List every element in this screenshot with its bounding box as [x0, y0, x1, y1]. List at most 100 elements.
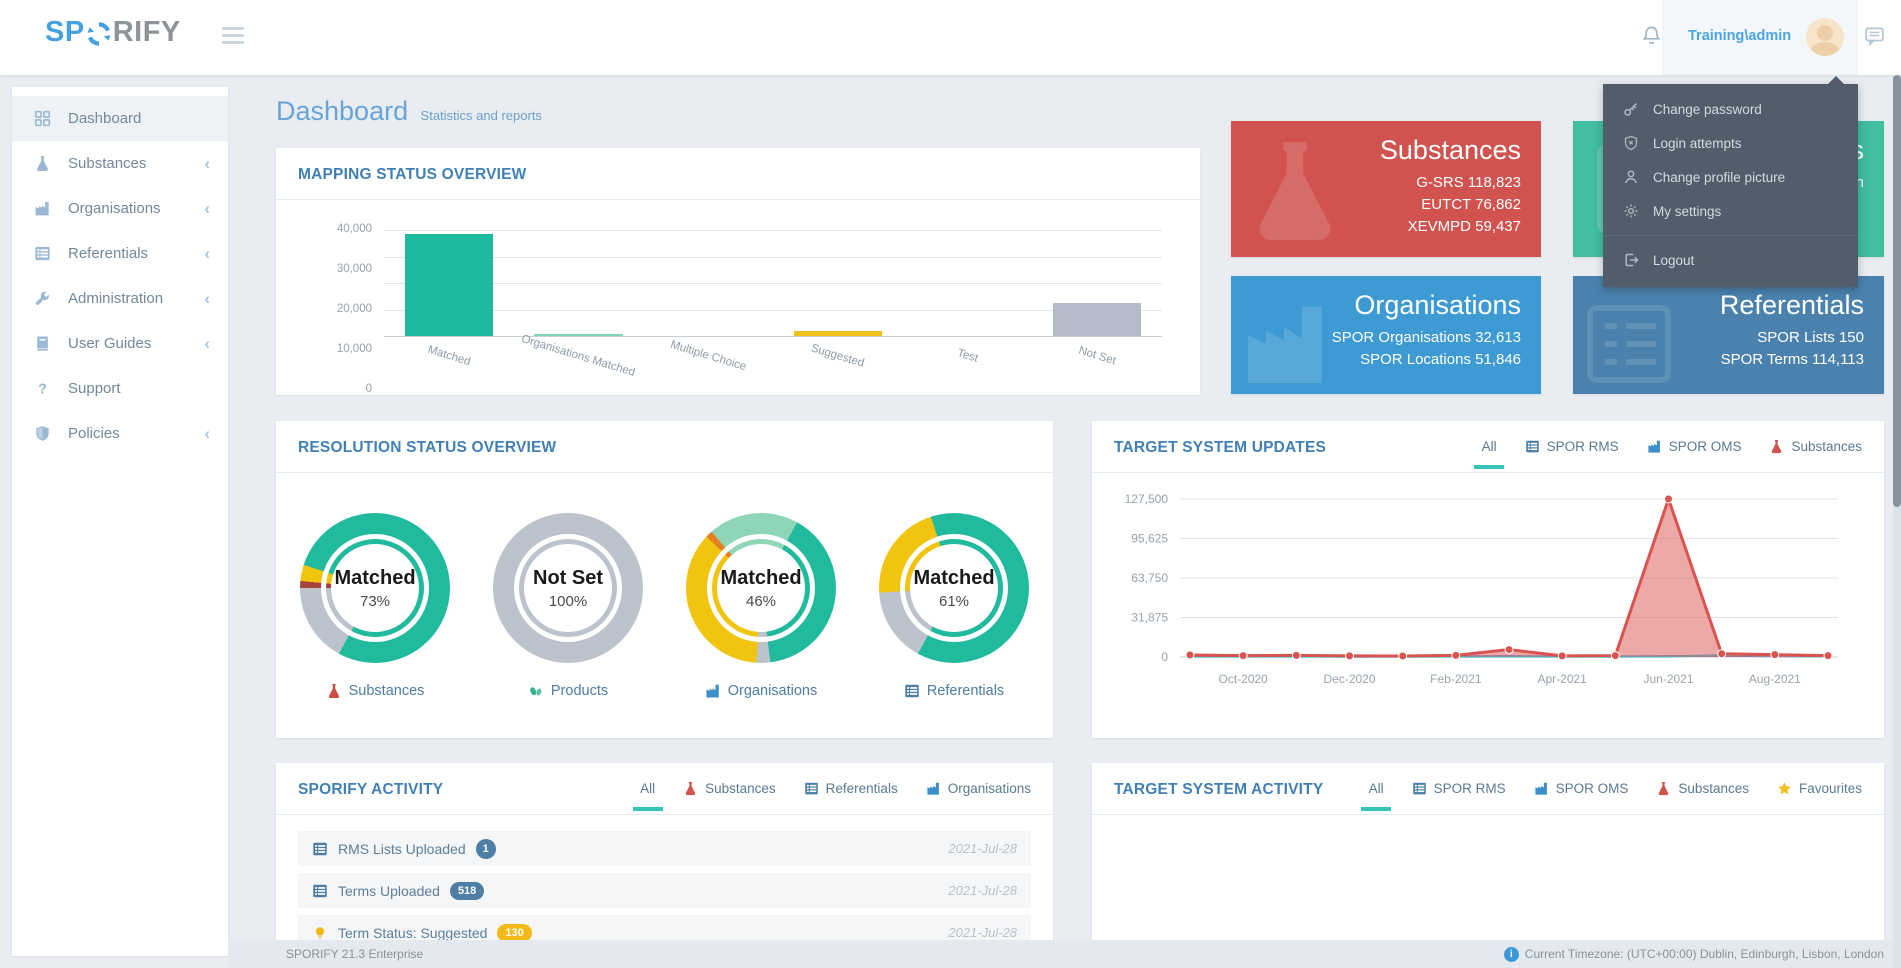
tab-favourites[interactable]: Favourites	[1777, 781, 1862, 810]
target-system-activity-title: TARGET SYSTEM ACTIVITY	[1114, 781, 1323, 814]
person-icon	[1623, 169, 1639, 185]
donut-substances: Matched73% Substances	[282, 513, 468, 699]
grid-icon	[34, 110, 60, 127]
chevron-left-icon: ‹	[204, 289, 210, 309]
x-axis-category-label: Matched	[426, 344, 472, 368]
x-axis-category-label: Test	[956, 347, 980, 365]
star-icon	[1777, 781, 1792, 796]
donut-ring[interactable]: Not Set100%	[493, 513, 643, 663]
menu-item-my-settings[interactable]: My settings	[1603, 194, 1858, 228]
sidebar-item-label: Support	[68, 380, 210, 397]
sidebar-item-policies[interactable]: Policies‹	[12, 411, 228, 456]
mapping-status-panel: MAPPING STATUS OVERVIEW 40,00030,00020,0…	[276, 148, 1200, 395]
donut-ring[interactable]: Matched61%	[879, 513, 1029, 663]
referentials-card[interactable]: Referentials SPOR Lists 150 SPOR Terms 1…	[1573, 276, 1884, 394]
wrench-icon	[34, 290, 60, 307]
sidebar-item-administration[interactable]: Administration‹	[12, 276, 228, 321]
bar-suggested[interactable]	[794, 331, 882, 336]
sidebar-item-user-guides[interactable]: User Guides‹	[12, 321, 228, 366]
donut-referentials: Matched61% Referentials	[861, 513, 1047, 699]
tab-substances[interactable]: Substances	[1656, 781, 1749, 810]
tab-spor-oms[interactable]: SPOR OMS	[1647, 439, 1742, 468]
donut-center-label: Matched	[913, 567, 994, 590]
referentials-card-line: SPOR Terms 114,113	[1593, 349, 1864, 371]
tab-substances[interactable]: Substances	[1769, 439, 1862, 468]
organisations-card[interactable]: Organisations SPOR Organisations 32,613 …	[1231, 276, 1541, 394]
substances-card[interactable]: Substances G-SRS 118,823 EUTCT 76,862 XE…	[1231, 121, 1541, 257]
sidebar-item-support[interactable]: ? Support	[12, 366, 228, 411]
activity-row-terms-uploaded[interactable]: Terms Uploaded5182021-Jul-28	[298, 873, 1031, 908]
menu-divider	[1603, 235, 1858, 236]
tab-label: Substances	[1791, 439, 1862, 454]
donut-legend-organisations[interactable]: Organisations	[705, 683, 817, 699]
menu-item-logout[interactable]: Logout	[1603, 243, 1858, 277]
x-axis-category-label: Suggested	[810, 342, 866, 370]
sidebar-item-label: Organisations	[68, 200, 204, 217]
tab-substances[interactable]: Substances	[683, 781, 776, 810]
chevron-left-icon: ‹	[204, 424, 210, 444]
flask-icon	[1769, 439, 1784, 454]
menu-item-login-attempts[interactable]: Login attempts	[1603, 126, 1858, 160]
menu-item-change-profile-picture[interactable]: Change profile picture	[1603, 160, 1858, 194]
target-activity-tabs: All SPOR RMS SPOR OMS Substances Favourites	[1369, 781, 1862, 810]
activity-count-badge: 130	[497, 924, 531, 942]
tab-spor-oms[interactable]: SPOR OMS	[1534, 781, 1629, 810]
x-axis-category-label: Multiple Choice	[669, 339, 748, 373]
activity-count-badge: 1	[476, 839, 496, 859]
svg-text:Oct-2020: Oct-2020	[1218, 672, 1268, 686]
current-user-button[interactable]: Training\admin	[1688, 28, 1791, 44]
donut-ring[interactable]: Matched46%	[686, 513, 836, 663]
page-scrollbar[interactable]	[1893, 75, 1901, 968]
resolution-donut-charts: Matched73% Substances Not Set100% Products M…	[276, 473, 1053, 699]
bar-not-set[interactable]	[1053, 303, 1141, 336]
tab-label: All	[1482, 439, 1497, 454]
tab-spor-rms[interactable]: SPOR RMS	[1412, 781, 1506, 810]
chevron-left-icon: ‹	[204, 199, 210, 219]
sidebar-item-referentials[interactable]: Referentials‹	[12, 231, 228, 276]
tab-all[interactable]: All	[640, 781, 655, 810]
organisations-card-line: SPOR Locations 51,846	[1251, 349, 1521, 371]
notifications-bell-icon[interactable]	[1641, 25, 1662, 46]
gridline	[384, 336, 1162, 337]
bar-matched[interactable]	[405, 234, 493, 336]
menu-item-label: Change profile picture	[1653, 170, 1785, 185]
activity-row-rms-lists-uploaded[interactable]: RMS Lists Uploaded12021-Jul-28	[298, 831, 1031, 866]
target-updates-tabs: All SPOR RMS SPOR OMS Substances	[1482, 439, 1862, 468]
bulb-icon	[312, 925, 338, 941]
menu-item-change-password[interactable]: Change password	[1603, 92, 1858, 126]
question-icon: ?	[34, 380, 60, 397]
key-icon	[1623, 101, 1639, 117]
donut-legend-referentials[interactable]: Referentials	[904, 683, 1004, 699]
svg-text:Dec-2020: Dec-2020	[1323, 672, 1375, 686]
page-title-text: Dashboard	[276, 96, 408, 126]
organisations-card-line: SPOR Organisations 32,613	[1251, 327, 1521, 349]
list-icon	[34, 245, 60, 262]
bar-organisations-matched[interactable]	[534, 334, 622, 336]
target-system-updates-panel: TARGET SYSTEM UPDATES All SPOR RMS SPOR OM…	[1092, 421, 1884, 738]
chat-icon[interactable]	[1864, 25, 1885, 46]
sidebar-item-substances[interactable]: Substances‹	[12, 141, 228, 186]
tab-organisations[interactable]: Organisations	[926, 781, 1031, 810]
sidebar-item-organisations[interactable]: Organisations‹	[12, 186, 228, 231]
sidebar-item-dashboard[interactable]: Dashboard	[12, 96, 228, 141]
factory-icon	[926, 781, 941, 796]
scrollbar-thumb[interactable]	[1893, 75, 1901, 507]
sporify-activity-tabs: All Substances Referentials Organisations	[640, 781, 1031, 810]
donut-legend-substances[interactable]: Substances	[326, 683, 425, 699]
tab-spor-rms[interactable]: SPOR RMS	[1525, 439, 1619, 468]
tab-referentials[interactable]: Referentials	[804, 781, 898, 810]
menu-item-label: My settings	[1653, 204, 1721, 219]
resolution-status-panel: RESOLUTION STATUS OVERVIEW Matched73%Sub…	[276, 421, 1053, 738]
menu-toggle-button[interactable]	[222, 27, 244, 48]
sporify-logo[interactable]: SP RIFY	[45, 16, 181, 49]
tab-all[interactable]: All	[1482, 439, 1497, 468]
factory-icon	[1534, 781, 1549, 796]
target-system-updates-title: TARGET SYSTEM UPDATES	[1114, 439, 1326, 472]
avatar[interactable]	[1806, 18, 1844, 56]
tab-label: Referentials	[826, 781, 898, 796]
sidebar-item-label: Policies	[68, 425, 204, 442]
donut-legend-products[interactable]: Products	[528, 683, 608, 699]
tab-all[interactable]: All	[1369, 781, 1384, 810]
donut-ring[interactable]: Matched73%	[300, 513, 450, 663]
sporify-activity-title: SPORIFY ACTIVITY	[298, 781, 443, 814]
